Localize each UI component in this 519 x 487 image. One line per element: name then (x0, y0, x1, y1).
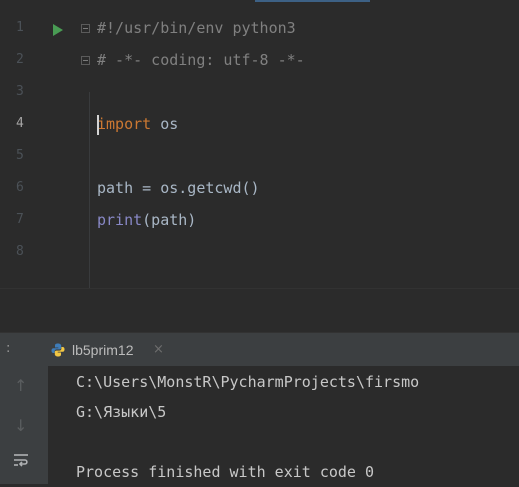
code-line[interactable]: #!/usr/bin/env python3 (97, 12, 296, 44)
gutter-line: 4 (0, 108, 88, 140)
fold-marker-icon[interactable] (81, 24, 90, 33)
gutter-line: 5 (0, 140, 88, 172)
text-caret (97, 115, 99, 135)
scroll-marker (255, 0, 370, 2)
gutter-line: 2 (0, 44, 90, 76)
code-editor[interactable]: 1 2 3 4 5 6 7 8 #!/usr/bin/env python3 # … (0, 0, 519, 288)
line-number: 8 (16, 244, 24, 259)
line-gutter: 1 2 3 4 5 6 7 8 (0, 0, 90, 288)
gutter-line: 1 (0, 12, 90, 44)
builtin-token: print (97, 211, 143, 229)
soft-wrap-icon[interactable] (12, 452, 30, 468)
line-number: 7 (16, 212, 24, 227)
run-arrow-icon[interactable] (53, 24, 63, 36)
console-output-line: Process finished with exit code 0 (76, 463, 375, 481)
code-line[interactable]: import os (97, 108, 178, 140)
code-line[interactable]: path = os.getcwd() (97, 172, 260, 204)
comment-token: # -*- coding: utf-8 -*- (97, 51, 305, 69)
run-tab-label[interactable]: lb5prim12 (72, 342, 133, 358)
code-line[interactable]: print(path) (97, 204, 196, 236)
console-output-line: G:\Языки\5 (76, 403, 167, 421)
console-output-line: C:\Users\MonstR\PycharmProjects\firsmo (76, 373, 420, 391)
gutter-line: 3 (0, 76, 88, 108)
keyword-token: import (97, 115, 152, 133)
line-number: 1 (16, 20, 24, 35)
line-number-current: 4 (16, 116, 24, 131)
line-number: 5 (16, 148, 24, 163)
gutter-line: 7 (0, 204, 88, 236)
panel-label-colon: : (6, 341, 11, 356)
run-panel-header: : lb5prim12 × (0, 332, 519, 366)
line-number: 2 (16, 52, 24, 67)
code-line[interactable]: # -*- coding: utf-8 -*- (97, 44, 305, 76)
line-number: 6 (16, 180, 24, 195)
indent-guide (89, 92, 90, 288)
line-number: 3 (16, 84, 24, 99)
gutter-line: 8 (0, 236, 88, 268)
run-console[interactable]: ↑ ↓ C:\Users\MonstR\PycharmProjects\firs… (0, 366, 519, 484)
editor-bottom-strip (0, 288, 519, 333)
code-token: path = os.getcwd() (97, 179, 260, 197)
fold-marker-icon[interactable] (81, 56, 90, 65)
code-token: (path) (142, 211, 197, 229)
arrow-down-icon[interactable]: ↓ (14, 416, 27, 435)
gutter-line: 6 (0, 172, 88, 204)
code-token: os (151, 115, 179, 133)
arrow-up-icon[interactable]: ↑ (14, 376, 27, 395)
console-toolbar: ↑ ↓ (0, 366, 48, 484)
close-icon[interactable]: × (153, 342, 164, 357)
comment-token: #!/usr/bin/env python3 (97, 19, 296, 37)
python-icon (51, 343, 65, 357)
